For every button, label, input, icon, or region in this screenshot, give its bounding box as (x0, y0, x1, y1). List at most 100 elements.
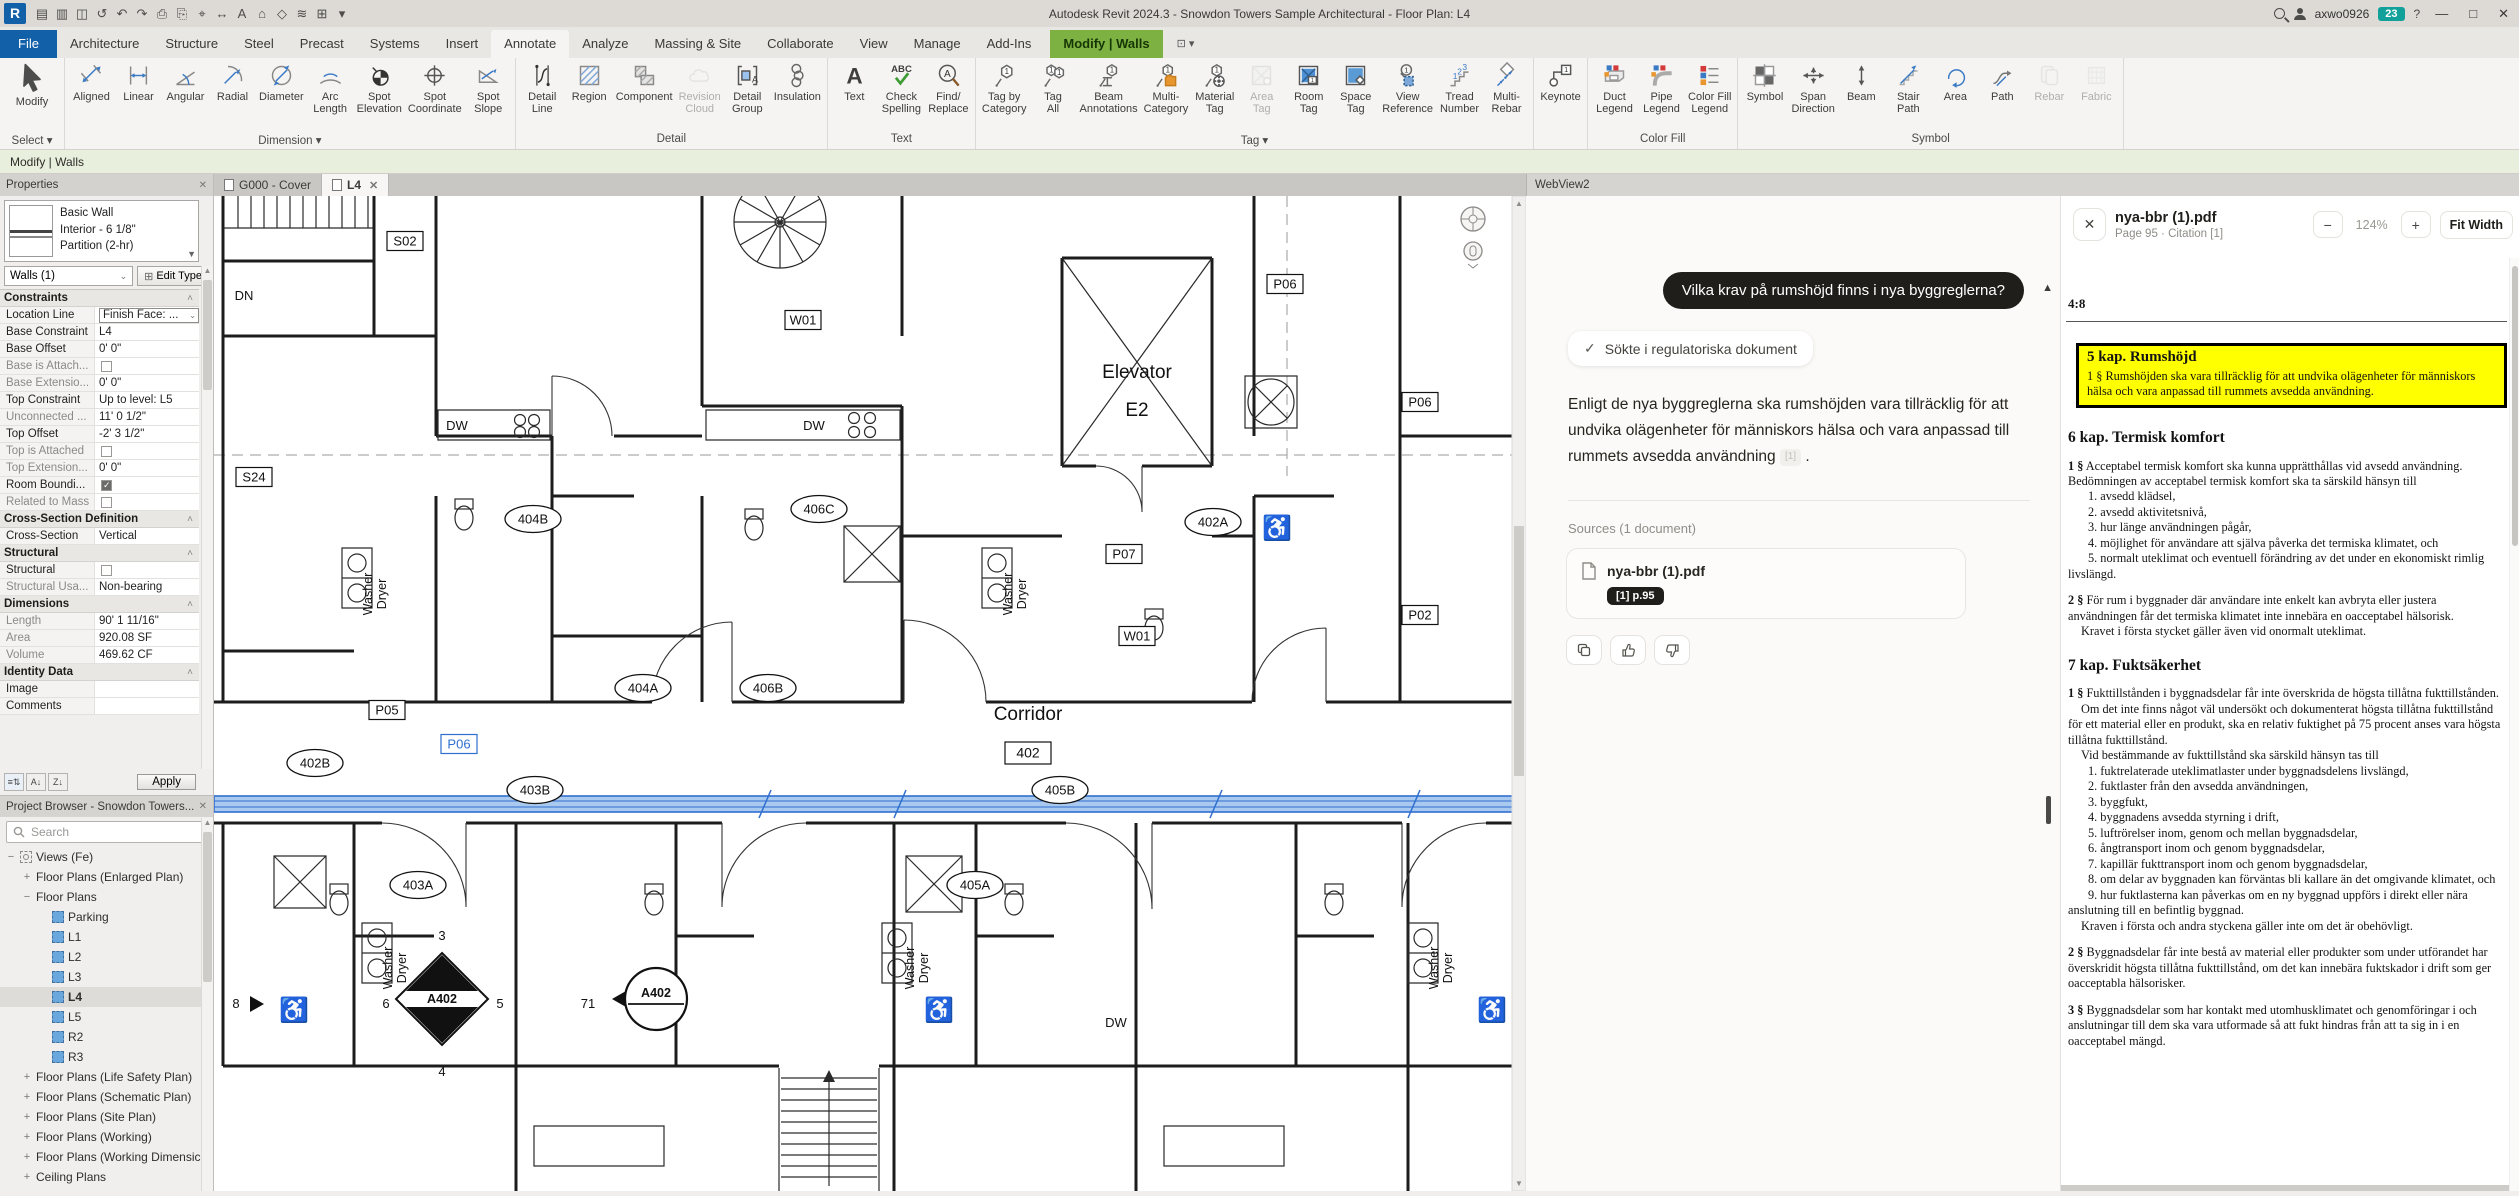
property-value[interactable] (95, 494, 199, 510)
panel-label[interactable]: Tag ▾ (979, 133, 1530, 149)
tree-expander[interactable]: + (22, 871, 32, 883)
plan-tag-p02[interactable]: P02 (1402, 606, 1438, 625)
plan-tag-a402[interactable]: A402 (625, 968, 687, 1030)
linear-button[interactable]: Linear (115, 60, 162, 103)
plan-tag-corridor[interactable]: Corridor (994, 704, 1063, 725)
property-value[interactable]: 11' 0 1/2" (95, 409, 199, 425)
tree-item-r3[interactable]: R3 (0, 1047, 213, 1067)
tree-item-l3[interactable]: L3 (0, 967, 213, 987)
spot-slope-button[interactable]: Spot Slope (465, 60, 512, 115)
path-button[interactable]: Path (1979, 60, 2026, 103)
property-value[interactable]: 920.08 SF (95, 630, 199, 646)
fabric-button[interactable]: Fabric (2073, 60, 2120, 103)
properties-close-icon[interactable]: ✕ (199, 180, 207, 191)
tree-item-ceiling-plans[interactable]: +Ceiling Plans (0, 1167, 213, 1187)
plan-tag-5[interactable]: 5 (496, 996, 503, 1011)
plan-tag-404b[interactable]: 404B (505, 506, 561, 533)
thumbs-down-button[interactable] (1654, 635, 1690, 665)
check-spelling-button[interactable]: ABCCheck Spelling (878, 60, 925, 115)
search-input[interactable]: Search (6, 821, 207, 843)
plan-tag-w01[interactable]: W01 (1119, 627, 1155, 646)
plan-tag-washer-dryer[interactable]: WasherDryer (903, 947, 931, 990)
steering-wheel-icon[interactable] (1461, 207, 1485, 231)
pdf-page[interactable]: 4:8 5 kap. Rumshöjd 1 § Rumshöjden ska v… (2061, 258, 2509, 1183)
tree-item-views-fe-[interactable]: −Views (Fe) (0, 847, 213, 867)
pipe-legend-button[interactable]: Pipe Legend (1638, 60, 1685, 115)
text-button[interactable]: AText (831, 60, 878, 103)
plan-tag-washer-dryer[interactable]: WasherDryer (381, 947, 409, 990)
property-value[interactable]: 0' 0" (95, 460, 199, 476)
property-value[interactable] (95, 698, 199, 714)
plan-tag-406b[interactable]: 406B (740, 675, 796, 702)
angular-button[interactable]: Angular (162, 60, 209, 103)
keynote-button[interactable]: 1Keynote (1537, 60, 1584, 103)
ribbon-tab-file[interactable]: File (0, 30, 57, 58)
print-icon[interactable]: ⎙ (152, 6, 172, 22)
property-checkbox[interactable] (101, 361, 112, 372)
plan-tag-6[interactable]: 6 (382, 996, 389, 1011)
modify-button[interactable]: Modify (3, 60, 61, 108)
tree-expander[interactable]: + (22, 1171, 32, 1183)
area-button[interactable]: Area (1932, 60, 1979, 103)
edit-type-button[interactable]: ⊞ Edit Type (137, 266, 209, 286)
source-card[interactable]: nya-bbr (1).pdf [1] p.95 (1566, 548, 1966, 619)
tree-expander[interactable]: + (22, 1111, 32, 1123)
tree-expander[interactable]: − (22, 891, 32, 903)
transfer-icon[interactable]: ⎘ (172, 6, 192, 22)
property-value[interactable]: Non-bearing (95, 579, 199, 595)
property-value[interactable]: Vertical (95, 528, 199, 544)
property-value[interactable]: 469.62 CF (95, 647, 199, 663)
properties-scrollbar[interactable]: ▲ (201, 266, 213, 769)
plan-tag-s24[interactable]: S24 (236, 468, 272, 487)
save-icon[interactable]: ◫ (72, 6, 92, 22)
tree-item-l1[interactable]: L1 (0, 927, 213, 947)
tree-item-floor-plans-enlarged-plan-[interactable]: +Floor Plans (Enlarged Plan) (0, 867, 213, 887)
plan-tag--[interactable]: ♿ (1262, 514, 1292, 542)
plan-tag-405b[interactable]: 405B (1032, 777, 1088, 804)
property-value[interactable] (95, 681, 199, 697)
panel-label[interactable]: Dimension ▾ (68, 133, 512, 149)
material-tag-button[interactable]: 1Material Tag (1191, 60, 1238, 115)
panel-label[interactable]: Select ▾ (3, 133, 61, 149)
find-replace-button[interactable]: AFind/ Replace (925, 60, 972, 115)
property-value[interactable]: 0' 0" (95, 341, 199, 357)
plan-tag--[interactable]: ♿ (1477, 996, 1507, 1024)
diameter-button[interactable]: Diameter (256, 60, 307, 103)
ribbon-tab-precast[interactable]: Precast (287, 30, 357, 58)
rebar-button[interactable]: Rebar (2026, 60, 2073, 103)
plan-tag-405a[interactable]: 405A (947, 872, 1003, 899)
property-checkbox[interactable] (101, 446, 112, 457)
plan-tag--[interactable]: ♿ (924, 996, 954, 1024)
tree-item-floor-plans-site-plan-[interactable]: +Floor Plans (Site Plan) (0, 1107, 213, 1127)
tree-expander[interactable]: + (22, 1151, 32, 1163)
plan-tag-w01[interactable]: W01 (785, 311, 821, 330)
ribbon-tab-massing-site[interactable]: Massing & Site (641, 30, 754, 58)
pdf-highlighted-citation[interactable]: 5 kap. Rumshöjd 1 § Rumshöjden ska vara … (2076, 343, 2507, 408)
aligned-button[interactable]: Aligned (68, 60, 115, 103)
revit-logo[interactable]: R (4, 3, 26, 24)
color-fill-legend-button[interactable]: Color Fill Legend (1685, 60, 1734, 115)
tree-item-floor-plans-working-dimensic[interactable]: +Floor Plans (Working Dimensic (0, 1147, 213, 1167)
view-tab-close-icon[interactable]: ✕ (369, 179, 378, 192)
view-reference-button[interactable]: 1View Reference (1379, 60, 1436, 115)
property-section-dimensions[interactable]: Dimensions˄ (0, 596, 199, 613)
area-tag-button[interactable]: Area Tag (1238, 60, 1285, 115)
property-value[interactable] (95, 358, 199, 374)
property-checkbox[interactable] (101, 497, 112, 508)
beam-button[interactable]: Beam (1838, 60, 1885, 103)
property-value[interactable]: Up to level: L5 (95, 392, 199, 408)
plan-tag-p07[interactable]: P07 (1106, 545, 1142, 564)
chat-scroll-up-icon[interactable]: ▲ (2042, 282, 2053, 294)
revision-cloud-button[interactable]: Revision Cloud (676, 60, 724, 115)
selection-filter-combo[interactable]: Walls (1)⌄ (4, 266, 133, 286)
redo-icon[interactable]: ↷ (132, 6, 152, 22)
ribbon-tab-manage[interactable]: Manage (901, 30, 974, 58)
thin-lines-icon[interactable]: ≋ (292, 6, 312, 22)
dimension-icon[interactable]: ↔ (212, 6, 232, 21)
plan-tag-71[interactable]: 71 (581, 996, 595, 1011)
plan-tag-washer-dryer[interactable]: WasherDryer (1001, 573, 1029, 616)
detail-line-button[interactable]: Detail Line (519, 60, 566, 115)
plan-tag-406c[interactable]: 406C (791, 496, 847, 523)
plan-tag-e2[interactable]: E2 (1125, 400, 1148, 421)
ribbon-tab-insert[interactable]: Insert (433, 30, 492, 58)
